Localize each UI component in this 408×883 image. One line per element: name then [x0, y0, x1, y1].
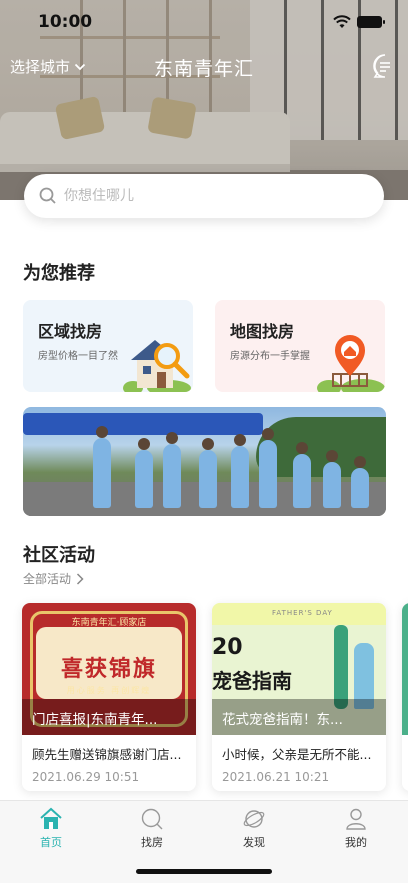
tab-find-house[interactable]: 找房 [122, 807, 182, 850]
area-search-card[interactable]: 区域找房 房型价格一目了然 [23, 300, 193, 392]
tab-discover[interactable]: 发现 [224, 807, 284, 850]
activity-card-partial[interactable] [402, 603, 408, 791]
tab-home-label: 首页 [40, 836, 62, 849]
tab-mine[interactable]: 我的 [326, 807, 386, 850]
wifi-icon [333, 15, 351, 28]
app-title: 东南青年汇 [153, 58, 254, 80]
activity-overlay-title: 门店喜报|东南青年... [22, 699, 196, 735]
house-magnifier-icon [123, 340, 191, 392]
chevron-right-icon [76, 572, 84, 585]
activity-image: FATHER'S DAY 20 宠爸指南 花式宠爸指南！东... [212, 603, 386, 735]
activity-date: 2021.06.29 10:51 [32, 770, 140, 784]
activity-date: 2021.06.21 10:21 [222, 770, 330, 784]
search-icon [39, 187, 56, 204]
status-time: 10:00 [38, 12, 93, 32]
search-input[interactable] [64, 188, 344, 204]
activity-image-store: 东南青年汇·顾家店 [71, 618, 147, 628]
activity-image-motto: 用心服务 再创辉煌 [66, 686, 152, 695]
activity-card[interactable]: FATHER'S DAY 20 宠爸指南 花式宠爸指南！东... 小时候，父亲是… [212, 603, 386, 791]
battery-icon [357, 16, 385, 28]
all-activities-label: 全部活动 [23, 572, 72, 586]
activity-description: 顾先生赠送锦旗感谢门店... [32, 747, 182, 762]
area-search-title: 区域找房 [38, 322, 103, 341]
activity-image-number: 20 [212, 635, 243, 660]
search-icon [141, 808, 163, 830]
planet-icon [243, 810, 265, 828]
activity-overlay-title: 花式宠爸指南！东... [212, 699, 386, 735]
home-indicator[interactable] [136, 869, 272, 874]
area-search-subtitle: 房型价格一目了然 [38, 351, 118, 362]
message-icon[interactable] [372, 53, 398, 79]
activity-image: 东南青年汇·顾家店 喜获锦旗 用心服务 再创辉煌 门店喜报|东南青年... [22, 603, 196, 735]
status-bar: 10:00 [0, 0, 408, 44]
activity-image-headline: 宠爸指南 [212, 669, 292, 693]
map-search-subtitle: 房源分布一手掌握 [230, 351, 310, 362]
search-bar[interactable] [24, 174, 384, 218]
tab-find-house-label: 找房 [141, 836, 163, 849]
tab-discover-label: 发现 [243, 836, 265, 849]
activity-image-day: FATHER'S DAY [272, 609, 333, 617]
tab-mine-label: 我的 [345, 836, 367, 849]
activities-section-title: 社区活动 [23, 545, 95, 566]
activity-description: 小时候，父亲是无所不能... [222, 747, 372, 762]
all-activities-link[interactable]: 全部活动 [23, 570, 84, 587]
activity-image [402, 603, 408, 735]
home-icon [40, 807, 62, 829]
map-search-card[interactable]: 地图找房 房源分布一手掌握 [215, 300, 385, 392]
user-icon [346, 808, 366, 830]
activity-image-headline: 喜获锦旗 [60, 657, 157, 682]
tab-home[interactable]: 首页 [21, 807, 81, 850]
marathon-banner[interactable] [23, 407, 386, 516]
map-search-title: 地图找房 [230, 322, 295, 341]
recommend-section-title: 为您推荐 [23, 263, 95, 284]
activity-card[interactable]: 东南青年汇·顾家店 喜获锦旗 用心服务 再创辉煌 门店喜报|东南青年... 顾先… [22, 603, 196, 791]
map-pin-icon [317, 335, 385, 392]
